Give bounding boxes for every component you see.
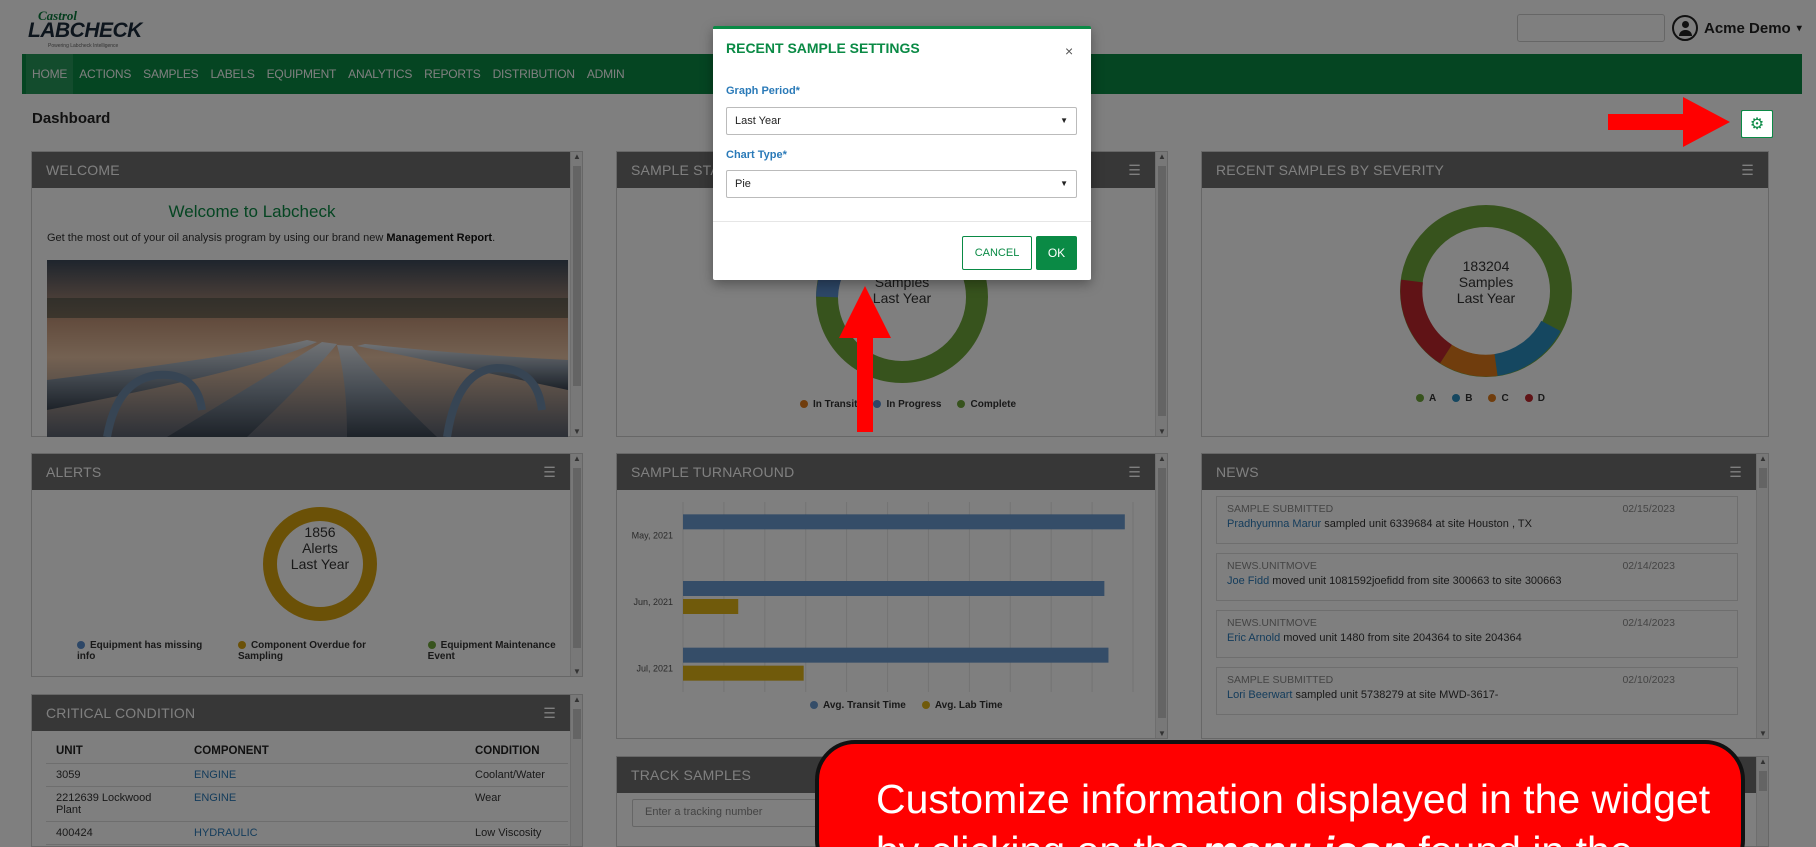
chevron-down-icon: ▼ — [1060, 116, 1068, 125]
chart-type-select[interactable]: Pie ▼ — [726, 170, 1077, 198]
graph-period-select[interactable]: Last Year ▼ — [726, 107, 1077, 135]
modal-divider — [713, 221, 1091, 222]
gear-icon: ⚙ — [1749, 116, 1765, 133]
close-icon[interactable]: × — [1065, 43, 1073, 59]
arrow-up-annotation — [839, 286, 891, 432]
graph-period-label: Graph Period* — [726, 85, 800, 97]
graph-period-value: Last Year — [735, 115, 781, 127]
chart-type-label: Chart Type* — [726, 149, 787, 161]
cancel-button[interactable]: CANCEL — [962, 236, 1032, 270]
chart-type-value: Pie — [735, 178, 751, 190]
callout-line2: by clicking on the menu icon found in th… — [876, 828, 1633, 847]
arrow-right-annotation — [1608, 97, 1730, 147]
recent-sample-settings-modal: RECENT SAMPLE SETTINGS × Graph Period* L… — [713, 26, 1091, 280]
chevron-down-icon: ▼ — [1060, 179, 1068, 188]
dashboard-settings-button-highlight[interactable]: ⚙ — [1741, 110, 1773, 138]
callout-line1: Customize information displayed in the w… — [876, 776, 1711, 822]
modal-title: RECENT SAMPLE SETTINGS — [726, 40, 920, 56]
ok-button[interactable]: OK — [1036, 236, 1077, 270]
dashboard-app: Castrol LABCHECK Powering Labcheck Intel… — [0, 0, 1816, 847]
instruction-callout: Customize information displayed in the w… — [815, 740, 1745, 847]
callout-menu-icon-text: menu icon — [1202, 828, 1407, 847]
